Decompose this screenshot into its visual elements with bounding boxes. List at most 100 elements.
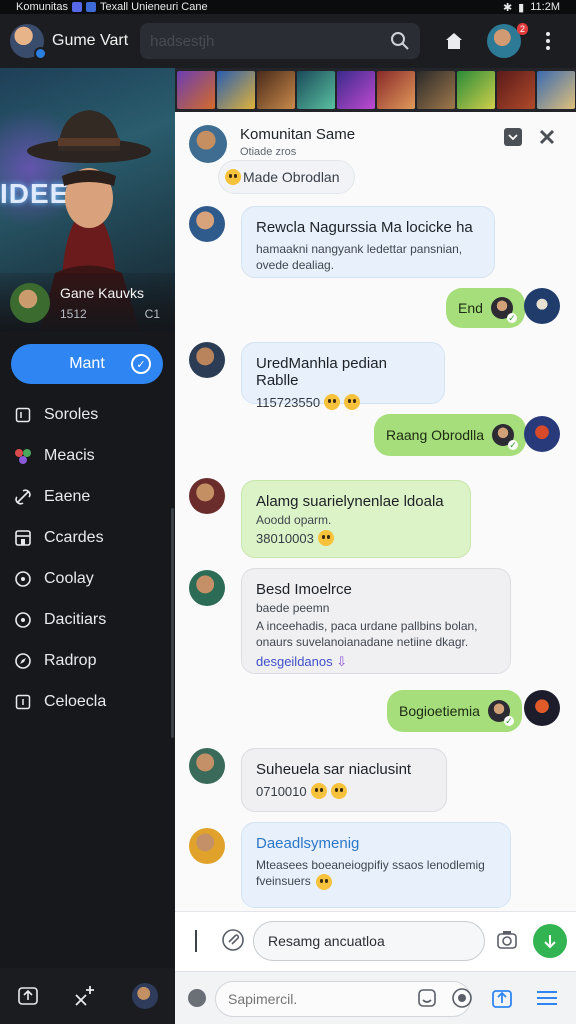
status-left-text: Komunitas: [16, 1, 68, 13]
sender-avatar[interactable]: [189, 342, 225, 378]
primary-action-button[interactable]: Mant ✓: [11, 344, 163, 384]
more-options-button[interactable]: [530, 23, 566, 59]
message-link[interactable]: desgeildanos ⇩: [256, 654, 496, 670]
profile-button[interactable]: 2: [486, 23, 528, 59]
minimize-button[interactable]: [503, 127, 523, 147]
close-icon: [539, 129, 555, 145]
sender-avatar[interactable]: [189, 478, 225, 514]
target-icon: [14, 611, 32, 629]
message-composer: [175, 911, 576, 971]
game-thumbnail[interactable]: [217, 71, 255, 109]
emoji-button[interactable]: [450, 986, 474, 1010]
compass-icon: [14, 652, 32, 670]
message-bubble[interactable]: Besd Imoelrce baede peemn A inceehadis, …: [241, 568, 511, 674]
sender-avatar[interactable]: [189, 206, 225, 242]
message-code: 115723550: [256, 394, 321, 410]
sender-avatar[interactable]: [189, 748, 225, 784]
sidebar-item-celoecla[interactable]: Celoecla: [0, 681, 175, 722]
message-input[interactable]: [253, 921, 485, 961]
info-square-icon: [14, 693, 32, 711]
message-title: Daeadlsymenig: [256, 835, 360, 852]
home-icon: [446, 33, 462, 49]
message-bubble[interactable]: Daeadlsymenig Mteasees boeaneiogpifiy ss…: [241, 822, 511, 908]
sidebar-bottom-bar: [0, 968, 175, 1024]
sidebar-scrollbar[interactable]: [171, 508, 174, 738]
status-dot-icon[interactable]: [188, 989, 206, 1007]
text-cursor: [195, 930, 197, 952]
status-bar: Komunitas Texall Unieneuri Cane ✱ ▮ 11:2…: [0, 0, 576, 14]
sender-avatar[interactable]: [189, 570, 225, 606]
sticker-icon: [418, 989, 436, 1007]
send-button[interactable]: [533, 924, 567, 958]
sidebar-item-dacitiars[interactable]: Dacitiars: [0, 599, 175, 640]
bottom-input-bar: [175, 971, 576, 1024]
multi-dot-icon: [14, 447, 32, 465]
home-button[interactable]: [436, 23, 472, 59]
sparkle-tools-icon[interactable]: [72, 983, 98, 1009]
smile-emoji-icon: [316, 873, 333, 890]
search-icon[interactable]: [390, 31, 410, 51]
game-thumbnail-strip: [175, 68, 576, 112]
game-thumbnail[interactable]: [457, 71, 495, 109]
status-time: 11:2M: [530, 1, 560, 13]
outgoing-message-bubble[interactable]: Bogioetiemia: [387, 690, 522, 732]
own-avatar[interactable]: [524, 690, 560, 726]
account-avatar[interactable]: [132, 983, 159, 1009]
message-body: Mteasees boeaneiogpifiy ssaos lenodlemig…: [256, 858, 485, 888]
outgoing-message-text: End: [458, 300, 483, 316]
own-avatar[interactable]: [524, 416, 560, 452]
sidebar-item-label: Eaene: [44, 487, 91, 505]
camera-icon[interactable]: [495, 928, 519, 952]
search-box[interactable]: [140, 23, 420, 59]
hero-caption: Gane Kauvks 1512 C1: [0, 273, 175, 332]
game-thumbnail[interactable]: [297, 71, 335, 109]
reaction-chip[interactable]: Made Obrodlan: [218, 160, 355, 194]
hero-sub-right: C1: [144, 306, 160, 321]
sidebar-item-radrop[interactable]: Radrop: [0, 640, 175, 681]
hero-sub-left: 1512: [60, 306, 87, 321]
upload-icon[interactable]: [17, 985, 39, 1007]
message-link-text: desgeildanos: [256, 654, 333, 669]
sidebar: IDEE Gane Kauvks 1512C1 Mant ✓ Soroles: [0, 68, 175, 968]
search-input[interactable]: [150, 32, 390, 50]
message-title: Alamg suarielynenlae ldoala: [256, 493, 444, 510]
chat-avatar[interactable]: [189, 125, 227, 163]
sidebar-item-label: Dacitiars: [44, 610, 107, 628]
message-bubble[interactable]: UredManhla pedian Rablle 115723550: [241, 342, 445, 410]
sticker-button[interactable]: [415, 986, 439, 1010]
game-thumbnail[interactable]: [337, 71, 375, 109]
outgoing-message-bubble[interactable]: End: [446, 288, 525, 328]
message-bubble[interactable]: Alamg suarielynenlae ldoala Aoodd oparm.…: [241, 480, 471, 558]
own-avatar[interactable]: [524, 288, 560, 324]
read-receipt-avatar: [492, 424, 519, 450]
sidebar-item-eaene[interactable]: Eaene: [0, 476, 175, 517]
message-title: UredManhla pedian Rablle: [256, 355, 387, 389]
message-code: 0710010: [256, 783, 307, 799]
game-thumbnail[interactable]: [537, 71, 575, 109]
share-button[interactable]: [490, 986, 514, 1010]
message-bubble[interactable]: Suheuela sar niaclusint 0710010: [241, 748, 447, 812]
menu-icon: [537, 991, 557, 1005]
sidebar-item-ccardes[interactable]: Ccardes: [0, 517, 175, 558]
sender-avatar[interactable]: [189, 828, 225, 864]
app-avatar[interactable]: [10, 24, 47, 60]
link-icon: [14, 488, 32, 506]
menu-button[interactable]: [535, 986, 559, 1010]
close-button[interactable]: [537, 127, 557, 147]
outgoing-message-bubble[interactable]: Raang Obrodlla: [374, 414, 527, 456]
game-thumbnail[interactable]: [377, 71, 415, 109]
sidebar-item-meacis[interactable]: Meacis: [0, 435, 175, 476]
game-thumbnail[interactable]: [257, 71, 295, 109]
sidebar-item-soroles[interactable]: Soroles: [0, 394, 175, 435]
message-bubble[interactable]: Rewcla Nagurssia Ma locicke ha hamaakni …: [241, 206, 495, 278]
chat-header: Komunitan Same Otiade zros Made Obrodlan: [175, 112, 576, 196]
game-hero-banner[interactable]: IDEE Gane Kauvks 1512 C1: [0, 68, 175, 332]
smile-emoji-icon: [225, 169, 241, 185]
app-badge-icon: [71, 2, 82, 12]
game-thumbnail[interactable]: [417, 71, 455, 109]
sidebar-item-coolay[interactable]: Coolay: [0, 558, 175, 599]
game-thumbnail[interactable]: [177, 71, 215, 109]
attachment-icon[interactable]: [221, 928, 245, 952]
game-thumbnail[interactable]: [497, 71, 535, 109]
chat-subtitle: Otiade zros: [240, 146, 297, 158]
